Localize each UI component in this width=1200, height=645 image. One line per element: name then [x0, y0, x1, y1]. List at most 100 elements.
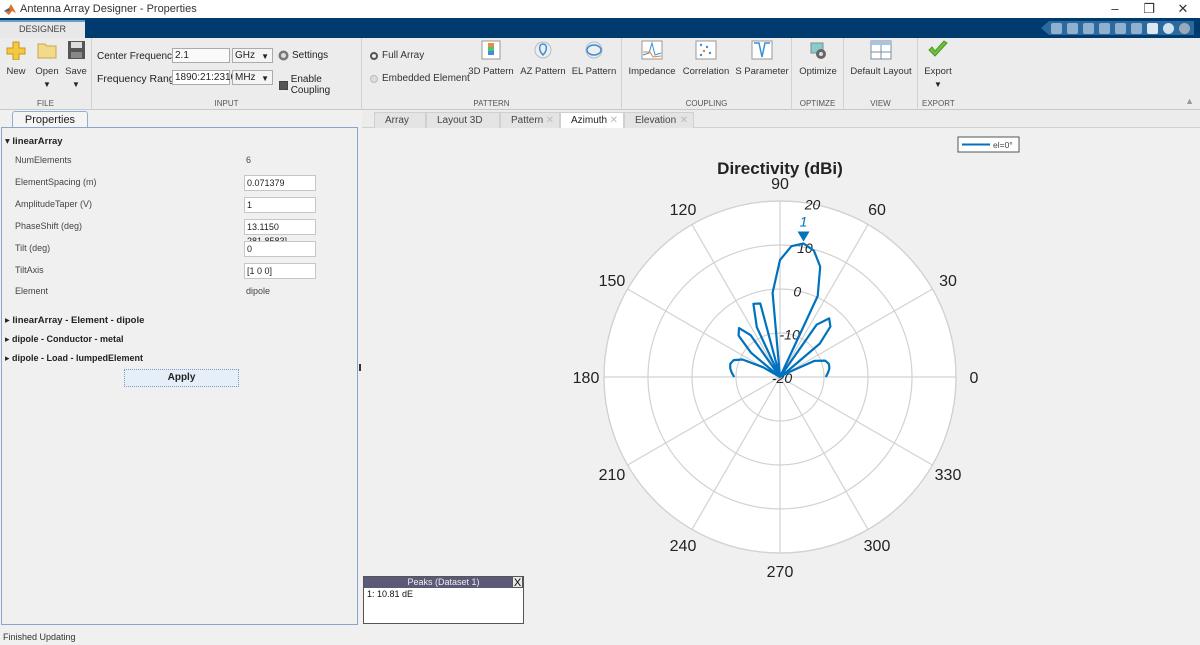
optimize-label: Optimize — [799, 66, 837, 77]
correlation-icon — [695, 40, 717, 60]
new-button[interactable]: New — [4, 40, 28, 77]
3d-pattern-button[interactable]: 3D Pattern — [468, 40, 514, 77]
element-label: Element — [15, 286, 49, 296]
tab-designer[interactable]: DESIGNER — [0, 20, 85, 38]
section-load-lumped-element-label: dipole - Load - lumpedElement — [12, 353, 144, 363]
settings-label: Settings — [292, 50, 329, 61]
section-conductor-metal[interactable]: ▸ dipole - Conductor - metal — [5, 334, 124, 345]
embedded-element-label: Embedded Element — [382, 73, 470, 84]
collapse-ribbon-icon[interactable]: ▲ — [1185, 96, 1194, 106]
angle-tick-label: 270 — [767, 564, 794, 581]
save-button[interactable]: Save ▼ — [64, 40, 88, 89]
embedded-element-radio[interactable]: Embedded Element — [370, 73, 470, 84]
angle-tick-label: 240 — [670, 538, 697, 555]
settings-button[interactable]: Settings — [278, 50, 328, 61]
pattern-group: Full Array Embedded Element 3D Pattern A… — [362, 38, 622, 110]
close-tab-icon[interactable]: ✕ — [546, 113, 554, 128]
restore-button[interactable]: ❐ — [1132, 0, 1166, 18]
frequency-range-unit-select[interactable]: MHz — [232, 70, 273, 85]
radial-tick-label: 0 — [793, 283, 801, 299]
legend-entry: el=0° — [993, 140, 1013, 150]
document-tabs: Array Layout 3D Pattern ✕ Azimuth ✕ Elevat… — [362, 110, 1200, 128]
angle-tick-label: 300 — [864, 538, 891, 555]
impedance-button[interactable]: Impedance — [626, 40, 678, 77]
el-pattern-button[interactable]: EL Pattern — [570, 40, 618, 77]
minimize-button[interactable]: – — [1098, 0, 1132, 18]
peaks-close-button[interactable]: X — [512, 576, 523, 589]
tab-azimuth-label: Azimuth — [571, 115, 608, 126]
export-dropdown-icon[interactable]: ▼ — [920, 80, 956, 89]
section-element-dipole[interactable]: ▸ linearArray - Element - dipole — [5, 315, 144, 326]
tilt-label: Tilt (deg) — [15, 243, 51, 253]
cut-icon[interactable] — [1067, 22, 1078, 34]
undo-icon[interactable] — [1115, 22, 1126, 34]
tab-pattern-label: Pattern — [511, 115, 544, 126]
phase-shift-input[interactable]: 13.1150 281.8583] — [244, 219, 316, 246]
redo-icon[interactable] — [1131, 22, 1142, 34]
legend[interactable]: el=0° — [957, 136, 1020, 153]
input-group-label: INPUT — [214, 99, 239, 108]
tilt-input[interactable]: 0 — [244, 241, 316, 257]
enable-coupling-checkbox[interactable]: Enable Coupling — [279, 74, 361, 96]
file-group: New Open ▼ Save ▼ FILE — [0, 38, 92, 110]
close-tab-icon[interactable]: ✕ — [610, 113, 618, 128]
tab-elevation[interactable]: Elevation ✕ — [624, 112, 694, 128]
open-dropdown-icon[interactable]: ▼ — [34, 80, 60, 89]
impedance-icon — [641, 40, 663, 60]
pattern-group-label: PATTERN — [473, 99, 510, 108]
default-layout-button[interactable]: Default Layout — [847, 40, 915, 77]
save-icon[interactable] — [1051, 22, 1062, 34]
open-button[interactable]: Open ▼ — [34, 40, 60, 89]
s-parameter-button[interactable]: S Parameter — [734, 40, 790, 77]
tab-layout-3d[interactable]: Layout 3D — [426, 112, 500, 128]
az-pattern-icon — [534, 41, 552, 59]
close-button[interactable]: ✕ — [1166, 0, 1200, 18]
paste-icon[interactable] — [1099, 22, 1110, 34]
section-load-lumped-element[interactable]: ▸ dipole - Load - lumpedElement — [5, 353, 143, 364]
tab-azimuth[interactable]: Azimuth ✕ — [560, 112, 624, 128]
full-array-radio[interactable]: Full Array — [370, 50, 424, 61]
angle-tick-label: 60 — [868, 202, 886, 219]
properties-box: ▾ linearArray NumElements 6 ElementSpaci… — [1, 127, 358, 625]
options-icon[interactable] — [1179, 22, 1190, 34]
matlab-logo-icon — [4, 4, 16, 15]
tilt-axis-input[interactable]: [1 0 0] — [244, 263, 316, 279]
quick-access-toolbar — [1041, 21, 1194, 35]
apply-button[interactable]: Apply — [124, 369, 239, 387]
frequency-range-label: Frequency Range — [97, 73, 181, 85]
polar-plot[interactable]: Directivity (dBi) 0306090120150180210240… — [362, 128, 1200, 626]
new-label: New — [6, 66, 26, 77]
tab-pattern[interactable]: Pattern ✕ — [500, 112, 560, 128]
panel-splitter[interactable] — [359, 364, 361, 371]
export-group-label: EXPORT — [922, 99, 955, 108]
element-spacing-input[interactable]: 0.071379 — [244, 175, 316, 191]
tab-layout-3d-label: Layout 3D — [437, 115, 483, 126]
save-dropdown-icon[interactable]: ▼ — [64, 80, 88, 89]
help-icon[interactable] — [1163, 22, 1174, 34]
angle-tick-label: 330 — [935, 467, 962, 484]
center-frequency-input[interactable]: 2.1 — [172, 48, 230, 63]
az-pattern-button[interactable]: AZ Pattern — [519, 40, 567, 77]
export-label: Export — [924, 66, 952, 77]
full-array-label: Full Array — [382, 50, 425, 61]
section-linear-array[interactable]: ▾ linearArray — [5, 136, 63, 147]
tab-array[interactable]: Array — [374, 112, 426, 128]
3d-pattern-icon — [481, 40, 501, 60]
tab-properties[interactable]: Properties — [12, 111, 88, 128]
close-tab-icon[interactable]: ✕ — [680, 113, 688, 128]
view-group-label: VIEW — [870, 99, 891, 108]
optimize-button[interactable]: Optimize — [795, 40, 841, 77]
correlation-button[interactable]: Correlation — [680, 40, 732, 77]
input-group: Center Frequency 2.1 GHz Settings Freque… — [92, 38, 362, 110]
layout-icon[interactable] — [1147, 22, 1158, 34]
tab-elevation-label: Elevation — [635, 115, 677, 126]
file-group-label: FILE — [37, 99, 54, 108]
angle-tick-label: 0 — [970, 370, 979, 387]
export-group: Export ▼ EXPORT ▲ — [918, 38, 1200, 110]
frequency-range-input[interactable]: 1890:21:2310 — [172, 70, 236, 85]
radial-tick-label: 20 — [804, 197, 821, 213]
export-button[interactable]: Export ▼ — [920, 40, 956, 89]
amplitude-taper-input[interactable]: 1 — [244, 197, 316, 213]
center-frequency-unit-select[interactable]: GHz — [232, 48, 273, 63]
copy-icon[interactable] — [1083, 22, 1094, 34]
